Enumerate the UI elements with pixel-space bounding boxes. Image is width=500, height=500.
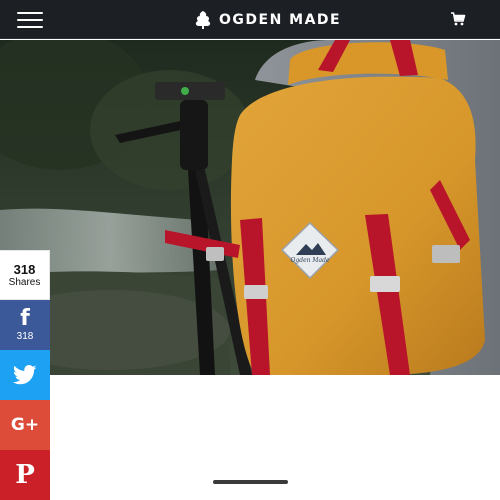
pinterest-share-button[interactable]: P: [0, 450, 50, 500]
google-plus-icon: G+: [10, 415, 40, 435]
site-header: OGDEN MADE: [0, 0, 500, 39]
share-count-number: 318: [13, 261, 36, 277]
twitter-share-button[interactable]: [0, 350, 50, 400]
facebook-icon: f: [20, 305, 30, 331]
shopping-cart-icon[interactable]: [450, 11, 466, 27]
tree-icon: [195, 11, 211, 29]
page: OGDEN MADE Ogden Made 318 Shares f 318 G…: [0, 0, 500, 500]
facebook-share-count: 318: [16, 330, 34, 342]
google-plus-share-button[interactable]: G+: [0, 400, 50, 450]
backpack-photo: Ogden Made: [0, 40, 500, 375]
hero-image: Ogden Made: [0, 40, 500, 375]
share-count: 318 Shares: [0, 250, 50, 300]
brand-name: OGDEN MADE: [219, 12, 342, 28]
share-count-label: Shares: [8, 276, 41, 288]
content-scroll-indicator: [213, 480, 288, 484]
twitter-bird-icon: [13, 365, 37, 385]
pinterest-icon: P: [15, 460, 35, 490]
facebook-share-button[interactable]: f 318: [0, 300, 50, 350]
hamburger-menu-icon[interactable]: [17, 12, 43, 28]
brand-logo[interactable]: OGDEN MADE: [193, 9, 341, 31]
patch-text: Ogden Made: [290, 257, 329, 264]
share-sidebar: 318 Shares f 318 G+ P: [0, 250, 50, 500]
